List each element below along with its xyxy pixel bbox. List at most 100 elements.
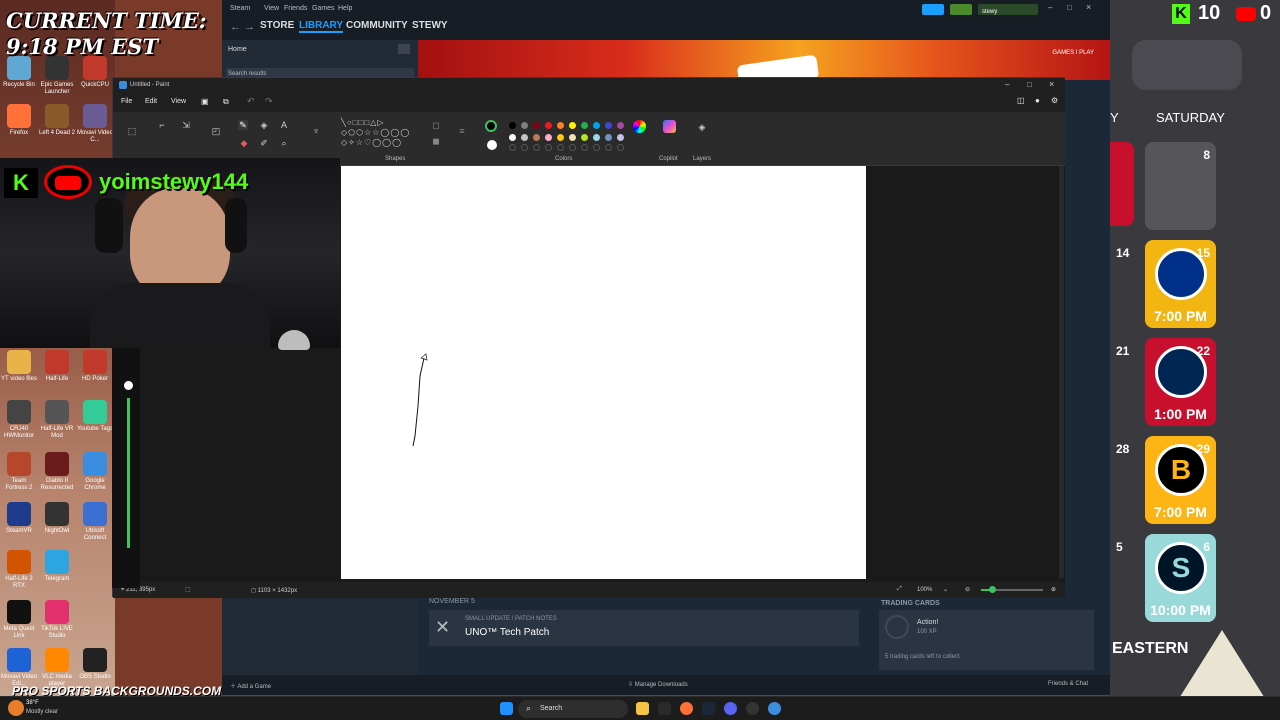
desktop-icon[interactable]: Team Fortress 2 <box>0 452 38 492</box>
steam-close-icon[interactable]: × <box>1086 2 1091 12</box>
chrome-icon[interactable] <box>768 702 781 715</box>
nav-profile[interactable]: STEWY <box>412 20 448 31</box>
color-swatch[interactable] <box>545 134 552 141</box>
magnifier-icon[interactable]: ⌕ <box>279 138 289 148</box>
color-swatch[interactable] <box>533 122 540 129</box>
color-swatch[interactable] <box>617 134 624 141</box>
color-swatch[interactable] <box>593 122 600 129</box>
color-swatch[interactable] <box>569 134 576 141</box>
fill-icon[interactable]: ◈ <box>259 120 269 130</box>
custom-color-slot[interactable] <box>617 144 624 151</box>
desktop-icon[interactable]: QuickCPU <box>76 56 114 89</box>
desktop-icon[interactable]: Left 4 Dead 2 <box>38 104 76 137</box>
size-icon[interactable]: ≡ <box>457 126 467 136</box>
shape-fill-icon[interactable]: ◼ <box>431 136 441 146</box>
paint-close-icon[interactable]: × <box>1049 79 1054 89</box>
desktop-icon[interactable]: HD Poker <box>76 350 114 383</box>
color-swatch[interactable] <box>605 134 612 141</box>
custom-color-slot[interactable] <box>545 144 552 151</box>
paint-minimize-icon[interactable]: – <box>1005 80 1009 89</box>
custom-color-slot[interactable] <box>557 144 564 151</box>
color-picker-icon[interactable]: ✐ <box>259 138 269 148</box>
color-swatch[interactable] <box>605 122 612 129</box>
custom-color-slot[interactable] <box>593 144 600 151</box>
steam-menu-help[interactable]: Help <box>338 5 352 12</box>
file-explorer-icon[interactable] <box>636 702 649 715</box>
steam-menu-games[interactable]: Games <box>312 5 335 12</box>
desktop-icon[interactable]: TikTok LIVE Studio <box>38 600 76 640</box>
paint-menu-file[interactable]: File <box>121 98 132 105</box>
desktop-icon[interactable]: YT video files <box>0 350 38 383</box>
desktop-icon[interactable]: NightOwl <box>38 502 76 535</box>
eraser-icon[interactable]: ◆ <box>239 138 249 148</box>
color-swatch[interactable] <box>545 122 552 129</box>
color-swatch[interactable] <box>557 134 564 141</box>
color-swatch[interactable] <box>533 134 540 141</box>
zoom-dropdown-icon[interactable]: ⌄ <box>943 586 948 593</box>
start-button-icon[interactable] <box>500 702 513 715</box>
color-swatch[interactable] <box>557 122 564 129</box>
steam-menu-friends[interactable]: Friends <box>284 5 307 12</box>
color-swatch[interactable] <box>521 122 528 129</box>
desktop-icon[interactable]: Recycle Bin <box>0 56 38 89</box>
desktop-icon[interactable]: CRJ40 HWMonitor <box>0 400 38 440</box>
share-canvas-icon[interactable]: ◫ <box>1017 96 1025 105</box>
color-swatch[interactable] <box>521 134 528 141</box>
patch-notes-card[interactable]: ✕ SMALL UPDATE / PATCH NOTES UNO™ Tech P… <box>429 610 859 646</box>
steam-menu-view[interactable]: View <box>264 5 279 12</box>
custom-color-slot[interactable] <box>533 144 540 151</box>
desktop-icon[interactable]: Movavi Video Edi... <box>0 648 38 688</box>
zoom-in-icon[interactable]: ⊕ <box>1051 586 1056 593</box>
selection-icon[interactable]: ⬚ <box>127 126 137 136</box>
desktop-icon[interactable]: Epic Games Launcher <box>38 56 76 96</box>
nav-store[interactable]: STORE <box>260 20 294 31</box>
primary-color[interactable] <box>485 120 497 132</box>
outline-icon[interactable]: ◻ <box>431 120 441 130</box>
desktop-icon[interactable]: Youtube Tags <box>76 400 114 433</box>
steam-taskbar-icon[interactable] <box>702 702 715 715</box>
resize-icon[interactable]: ⇲ <box>181 120 191 130</box>
edit-colors-icon[interactable] <box>633 120 646 133</box>
desktop-icon[interactable]: Ubisoft Connect <box>76 502 114 542</box>
desktop-icon[interactable]: Half-Life VR Mod <box>38 400 76 440</box>
color-swatch[interactable] <box>617 122 624 129</box>
undo-icon[interactable]: ↶ <box>247 96 255 107</box>
firefox-icon[interactable] <box>680 702 693 715</box>
paint-maximize-icon[interactable]: □ <box>1027 80 1032 89</box>
fit-to-window-icon[interactable]: ⤢ <box>897 586 902 593</box>
sidebar-home[interactable]: Home <box>228 46 247 53</box>
steam-maximize-icon[interactable]: □ <box>1067 3 1072 12</box>
grid-view-icon[interactable] <box>398 44 410 54</box>
steam-notification-icon[interactable] <box>950 4 972 15</box>
friends-chat-button[interactable]: Friends & Chat <box>1048 681 1088 687</box>
steam-menu-steam[interactable]: Steam <box>230 5 250 12</box>
account-icon[interactable]: ● <box>1035 96 1040 105</box>
vertical-scrollbar[interactable] <box>1059 166 1064 578</box>
desktop-icon[interactable]: VLC media player <box>38 648 76 688</box>
desktop-icon[interactable]: Diablo II Resurrected <box>38 452 76 492</box>
layers-icon[interactable]: ◈ <box>697 122 707 132</box>
desktop-icon[interactable]: Firefox <box>0 104 38 137</box>
settings-gear-icon[interactable]: ⚙ <box>1051 96 1058 105</box>
terminal-icon[interactable] <box>658 702 671 715</box>
taskbar-search[interactable]: ⌕ Search <box>518 700 628 718</box>
custom-color-slot[interactable] <box>509 144 516 151</box>
zoom-slider[interactable] <box>981 586 1043 593</box>
text-icon[interactable]: A <box>279 120 289 130</box>
zoom-slider-thumb[interactable] <box>989 586 996 593</box>
custom-color-slot[interactable] <box>605 144 612 151</box>
add-game-button[interactable]: ＋ Add a Game <box>230 681 271 690</box>
color-swatch[interactable] <box>569 122 576 129</box>
pencil-icon[interactable]: ✎ <box>238 120 248 130</box>
desktop-icon[interactable]: Meta Quest Link <box>0 600 38 640</box>
steam-broadcast-icon[interactable] <box>922 4 944 15</box>
color-swatch[interactable] <box>509 134 516 141</box>
shapes-gallery[interactable]: ╲○□□□△▷ ◇⬠⬡☆☆◯◯◯ ◇✧☆♡◯◯◯ <box>341 118 417 148</box>
desktop-icon[interactable]: Telegram <box>38 550 76 583</box>
paint-menu-edit[interactable]: Edit <box>145 98 157 105</box>
redo-icon[interactable]: ↷ <box>265 96 273 107</box>
desktop-icon[interactable]: SteamVR <box>0 502 38 535</box>
paint-menu-view[interactable]: View <box>171 98 186 105</box>
zoom-out-icon[interactable]: ⊖ <box>965 586 970 593</box>
image-select-icon[interactable]: ◰ <box>211 126 221 136</box>
